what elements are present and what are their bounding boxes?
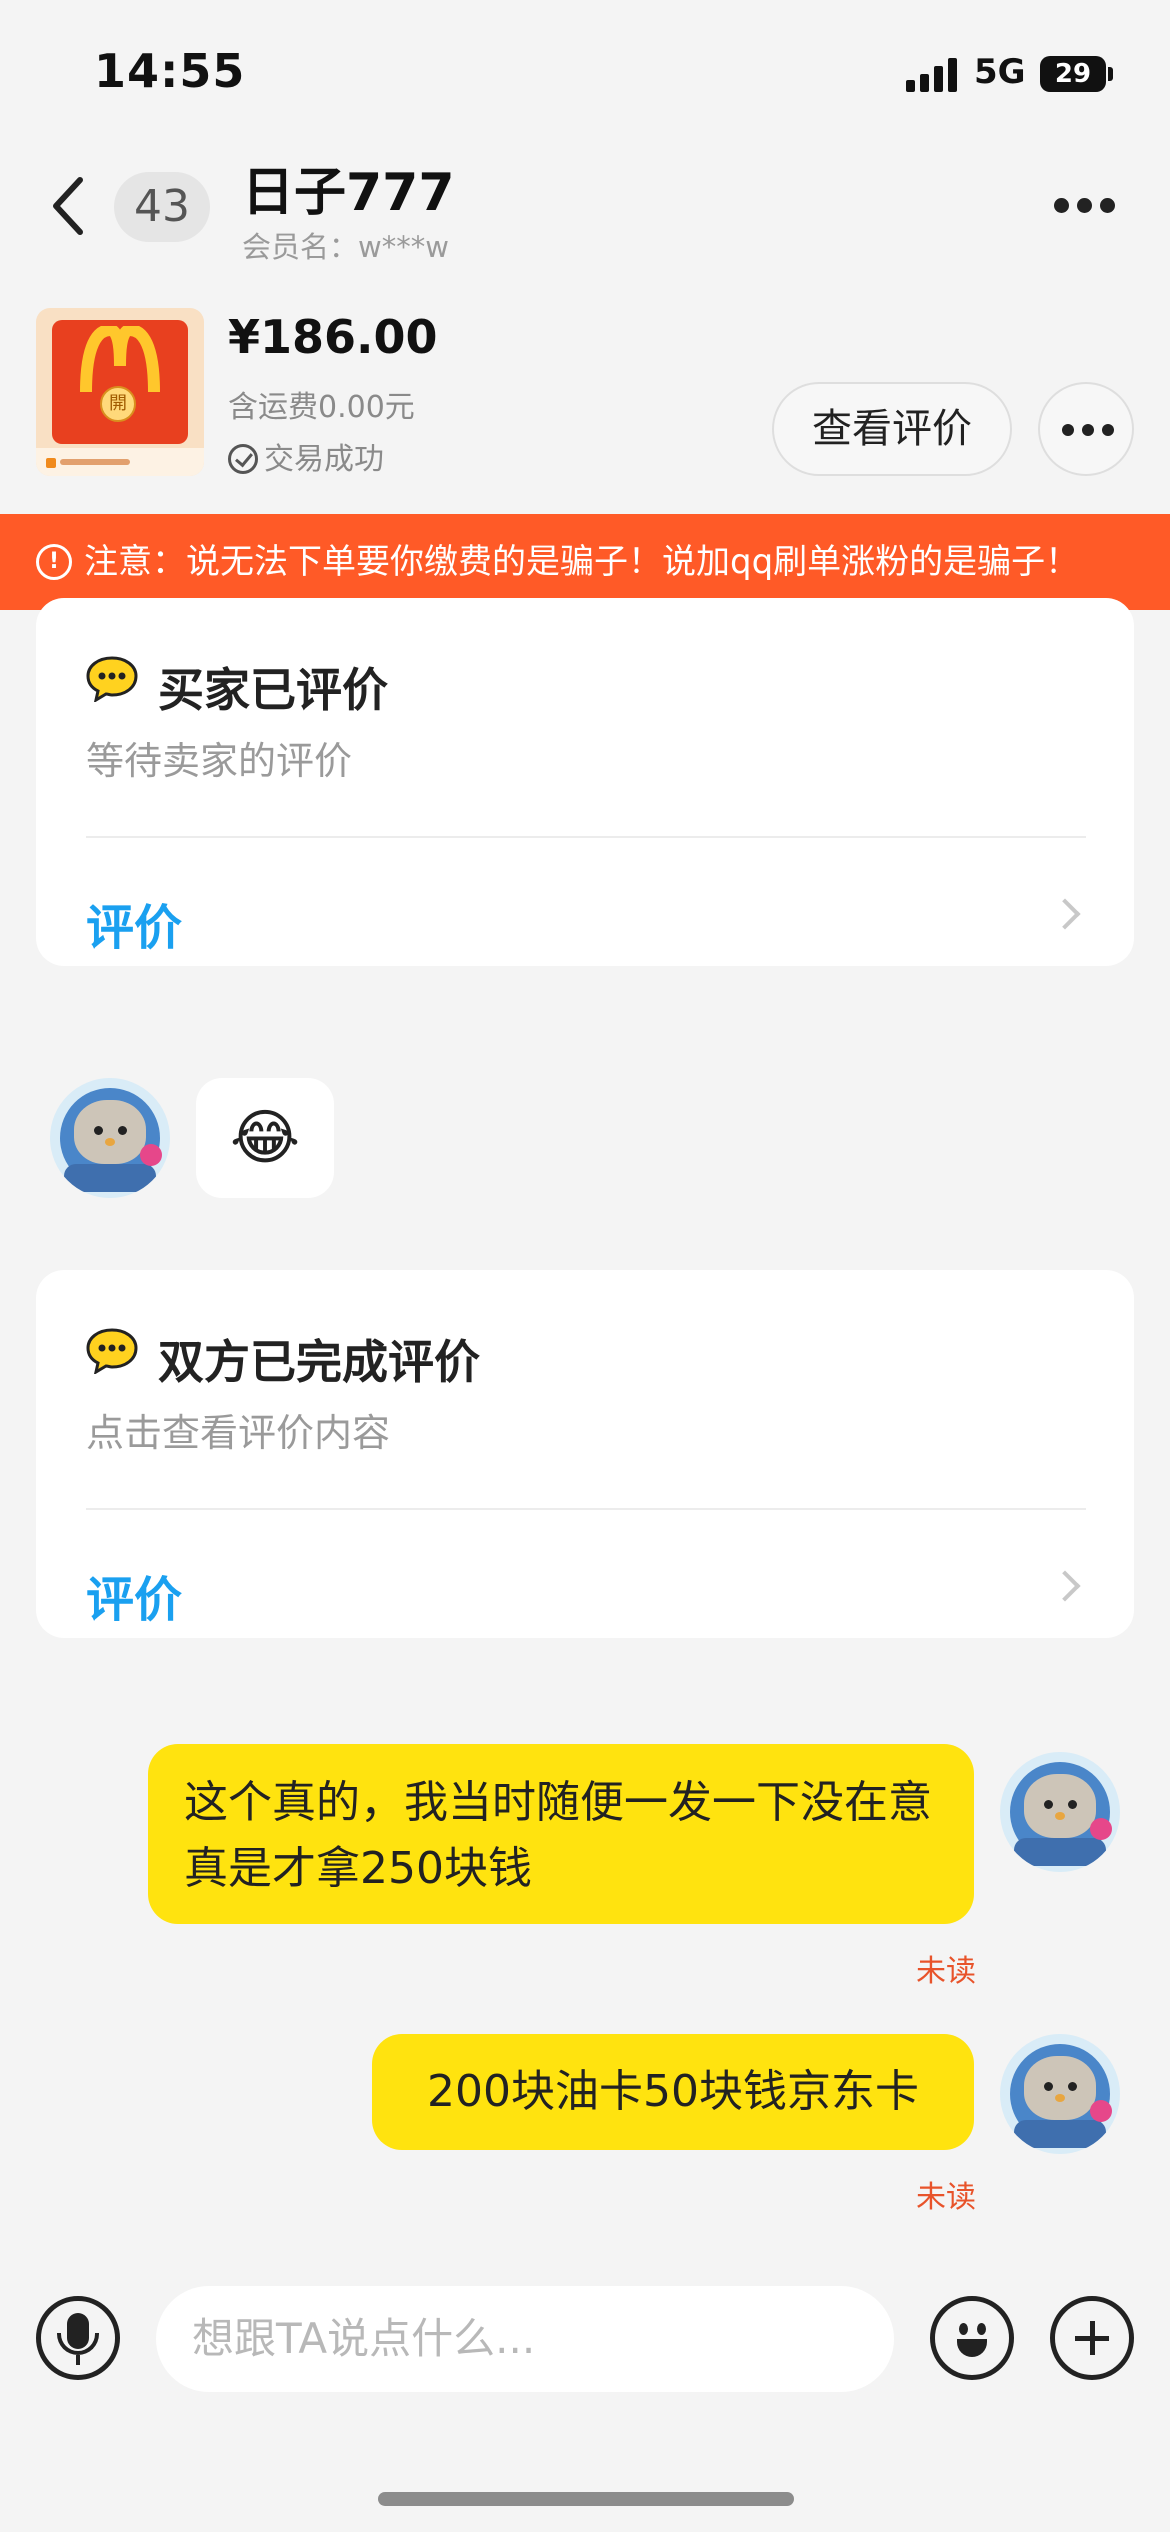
product-more-button[interactable] (1038, 382, 1134, 476)
product-price: ¥186.00 (228, 310, 438, 364)
divider (86, 836, 1086, 838)
product-image-strip (36, 448, 204, 476)
avatar[interactable] (50, 1078, 170, 1198)
warning-text: 注意：说无法下单要你缴费的是骗子！说加qq刷单涨粉的是骗子！ (84, 542, 1080, 582)
avatar[interactable] (1000, 1752, 1120, 1872)
network-type: 5G (974, 52, 1026, 92)
outgoing-message[interactable]: 200块油卡50块钱京东卡 (372, 2034, 974, 2150)
back-icon[interactable] (40, 170, 100, 242)
card-title: 双方已完成评价 (158, 1335, 480, 1389)
chat-bubble-icon (86, 1328, 138, 1374)
trade-status: 交易成功 (228, 434, 384, 478)
view-review-button[interactable]: 查看评价 (772, 382, 1012, 476)
signal-icon (906, 58, 958, 92)
unread-status: 未读 (916, 2180, 976, 2215)
status-time: 14:55 (94, 44, 246, 98)
chevron-right-icon (1049, 898, 1081, 930)
emoji-message[interactable]: 😂 (196, 1078, 334, 1198)
home-indicator[interactable] (378, 2492, 794, 2506)
review-link[interactable]: 评价 (86, 888, 182, 958)
card-subtitle: 点击查看评价内容 (86, 1411, 391, 1455)
shipping-fee: 含运费0.00元 (228, 390, 415, 425)
unread-status: 未读 (916, 1954, 976, 1989)
message-input[interactable]: 想跟TA说点什么... (156, 2286, 894, 2392)
chat-title: 日子777 (242, 163, 455, 223)
product-seal: 開 (100, 386, 136, 422)
emoji-icon[interactable] (930, 2296, 1014, 2380)
trade-status-label: 交易成功 (264, 442, 384, 477)
status-bar: 14:55 5G 29 (0, 0, 1170, 150)
member-name: 会员名：w***w (242, 230, 449, 264)
chevron-right-icon (1049, 1570, 1081, 1602)
plus-icon[interactable] (1050, 2296, 1134, 2380)
review-link[interactable]: 评价 (86, 1560, 182, 1630)
battery-icon: 29 (1040, 56, 1106, 92)
battery-tip (1108, 67, 1113, 81)
unread-count-badge[interactable]: 43 (114, 172, 210, 242)
product-image[interactable]: 開 (36, 308, 204, 476)
review-card-buyer[interactable]: 买家已评价 等待卖家的评价 评价 (36, 598, 1134, 966)
scam-warning-banner: ! 注意：说无法下单要你缴费的是骗子！说加qq刷单涨粉的是骗子！ (0, 514, 1170, 610)
divider (86, 1508, 1086, 1510)
check-circle-icon (228, 444, 258, 474)
card-subtitle: 等待卖家的评价 (86, 739, 353, 783)
outgoing-message[interactable]: 这个真的，我当时随便一发一下没在意真是才拿250块钱 (148, 1744, 974, 1924)
review-card-completed[interactable]: 双方已完成评价 点击查看评价内容 评价 (36, 1270, 1134, 1638)
more-icon[interactable] (1050, 198, 1120, 214)
warning-icon: ! (36, 544, 72, 580)
chat-bubble-icon (86, 656, 138, 702)
avatar[interactable] (1000, 2034, 1120, 2154)
card-title: 买家已评价 (158, 663, 388, 717)
microphone-icon[interactable] (36, 2296, 120, 2380)
